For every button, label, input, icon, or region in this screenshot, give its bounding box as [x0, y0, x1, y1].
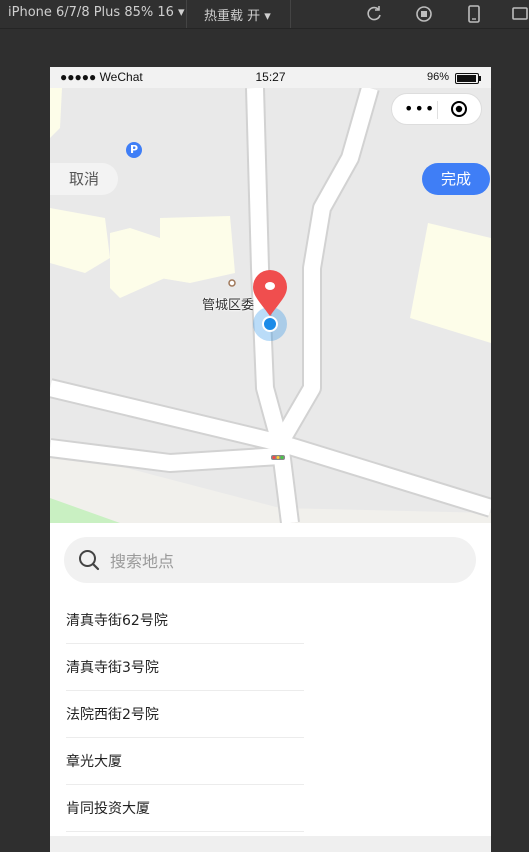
current-location-dot: [262, 316, 278, 332]
map-view[interactable]: P 管城区委 取消 完成: [50, 88, 491, 523]
refresh-icon[interactable]: [364, 4, 384, 24]
search-input[interactable]: [108, 537, 462, 585]
toolbar-divider: [290, 0, 291, 28]
phone-icon[interactable]: [464, 4, 484, 24]
done-button[interactable]: 完成: [422, 163, 490, 195]
toolbar-divider: [186, 0, 187, 28]
building: [160, 216, 235, 283]
hot-reload-toggle[interactable]: 热重载 开 ▾: [204, 5, 271, 24]
status-time: 15:27: [255, 70, 286, 84]
list-item[interactable]: 章光大厦: [66, 739, 304, 785]
list-item[interactable]: 法院西街2号院: [66, 692, 304, 738]
list-item[interactable]: 清真寺街3号院: [66, 645, 304, 691]
close-target-icon[interactable]: [450, 100, 468, 118]
bottom-safe-area: [50, 836, 491, 852]
result-list: 清真寺街62号院 清真寺街3号院 法院西街2号院 章光大厦 肯同投资大厦: [66, 598, 304, 833]
stop-icon[interactable]: [414, 4, 434, 24]
search-bar[interactable]: [64, 537, 476, 585]
list-item[interactable]: 肯同投资大厦: [66, 786, 304, 832]
battery-percent: 96%: [427, 71, 450, 83]
search-panel: 清真寺街62号院 清真寺街3号院 法院西街2号院 章光大厦 肯同投资大厦: [50, 523, 491, 852]
parking-icon: P: [126, 142, 142, 158]
map-canvas: [50, 88, 491, 523]
devtools-toolbar: iPhone 6/7/8 Plus 85% 16 ▾ 热重载 开 ▾: [0, 0, 529, 29]
device-icon[interactable]: [510, 4, 529, 24]
miniprogram-capsule: •••: [391, 93, 482, 125]
search-icon: [78, 549, 100, 571]
capsule-divider: [437, 101, 438, 119]
cancel-button[interactable]: 取消: [50, 163, 118, 195]
status-bar: ●●●●● WeChat 15:27 96%: [50, 67, 491, 88]
phone-screen: ●●●●● WeChat 15:27 96% P 管城区委 取消 完成 ••• …: [50, 67, 491, 852]
building: [50, 208, 110, 273]
device-selector[interactable]: iPhone 6/7/8 Plus 85% 16 ▾: [8, 5, 185, 20]
battery-icon: [455, 73, 481, 84]
poi-label: 管城区委: [202, 298, 255, 313]
list-item[interactable]: 清真寺街62号院: [66, 598, 304, 644]
more-icon[interactable]: •••: [404, 101, 435, 117]
